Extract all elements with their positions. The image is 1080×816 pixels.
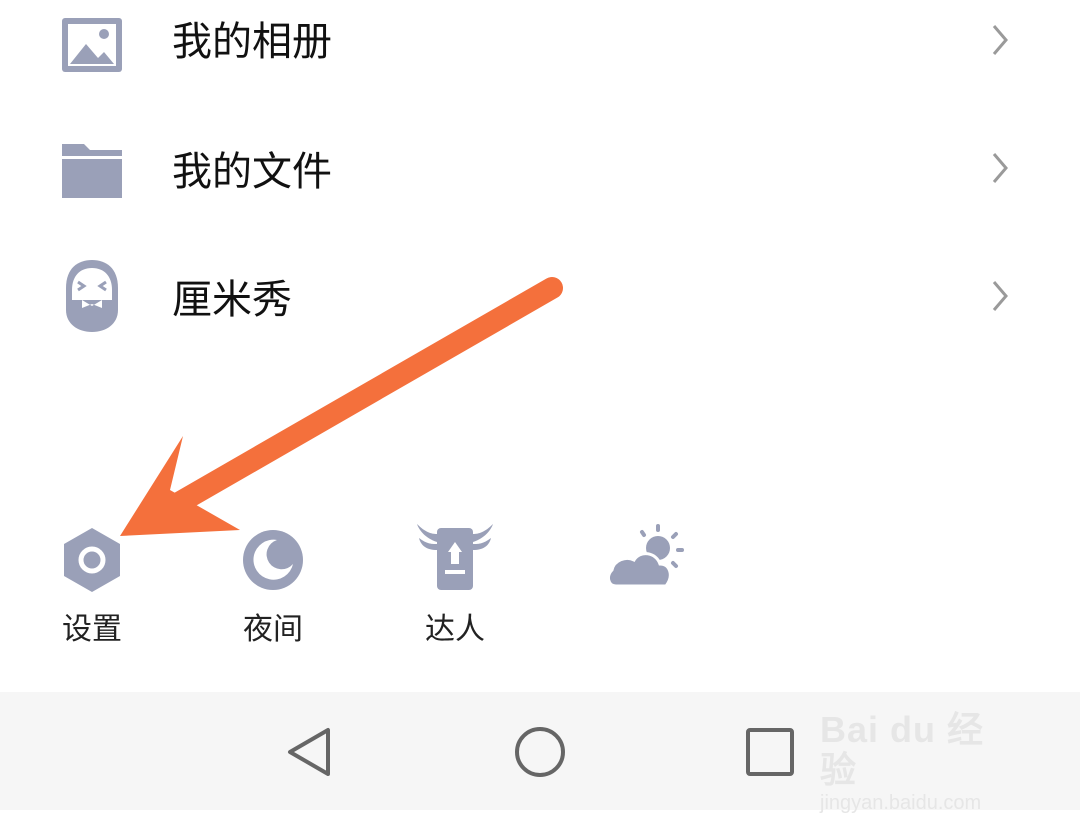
cmshow-mascot-icon — [66, 260, 118, 332]
back-triangle-icon[interactable] — [280, 722, 340, 782]
menu-item-cmshow[interactable]: 厘米秀 — [0, 256, 1080, 376]
menu-item-label: 我的文件 — [172, 149, 332, 195]
annotation-arrow — [120, 277, 563, 536]
watermark-url: jingyan.baidu.com — [820, 792, 982, 814]
quick-action-label: 设置 — [62, 612, 122, 647]
folder-icon — [62, 144, 122, 198]
menu-item-album[interactable]: 我的相册 — [0, 0, 1080, 120]
home-circle-icon[interactable] — [510, 722, 570, 782]
menu-item-label: 厘米秀 — [172, 277, 292, 323]
chevron-right-icon — [992, 281, 1008, 311]
photo-album-icon — [62, 18, 122, 72]
watermark-brand: Bai du 经验 — [820, 709, 985, 790]
settings-hexagon-icon — [64, 528, 120, 592]
chevron-right-icon — [992, 25, 1008, 55]
weather-cloud-sun-icon — [607, 524, 684, 588]
winged-badge-icon — [417, 524, 493, 590]
moon-icon — [243, 530, 303, 590]
menu-item-label: 我的相册 — [172, 19, 332, 65]
quick-action-night-mode[interactable]: 夜间 — [223, 520, 323, 660]
quick-action-label: 夜间 — [243, 612, 303, 647]
chevron-right-icon — [992, 153, 1008, 183]
quick-action-weather[interactable] — [596, 520, 696, 660]
baidu-jingyan-watermark: Bai du 经验 jingyan.baidu.com — [820, 709, 1020, 815]
menu-item-files[interactable]: 我的文件 — [0, 128, 1080, 248]
quick-action-master[interactable]: 达人 — [405, 520, 505, 660]
recents-square-icon[interactable] — [740, 722, 800, 782]
quick-action-label: 达人 — [425, 612, 485, 647]
quick-action-settings[interactable]: 设置 — [42, 520, 142, 660]
